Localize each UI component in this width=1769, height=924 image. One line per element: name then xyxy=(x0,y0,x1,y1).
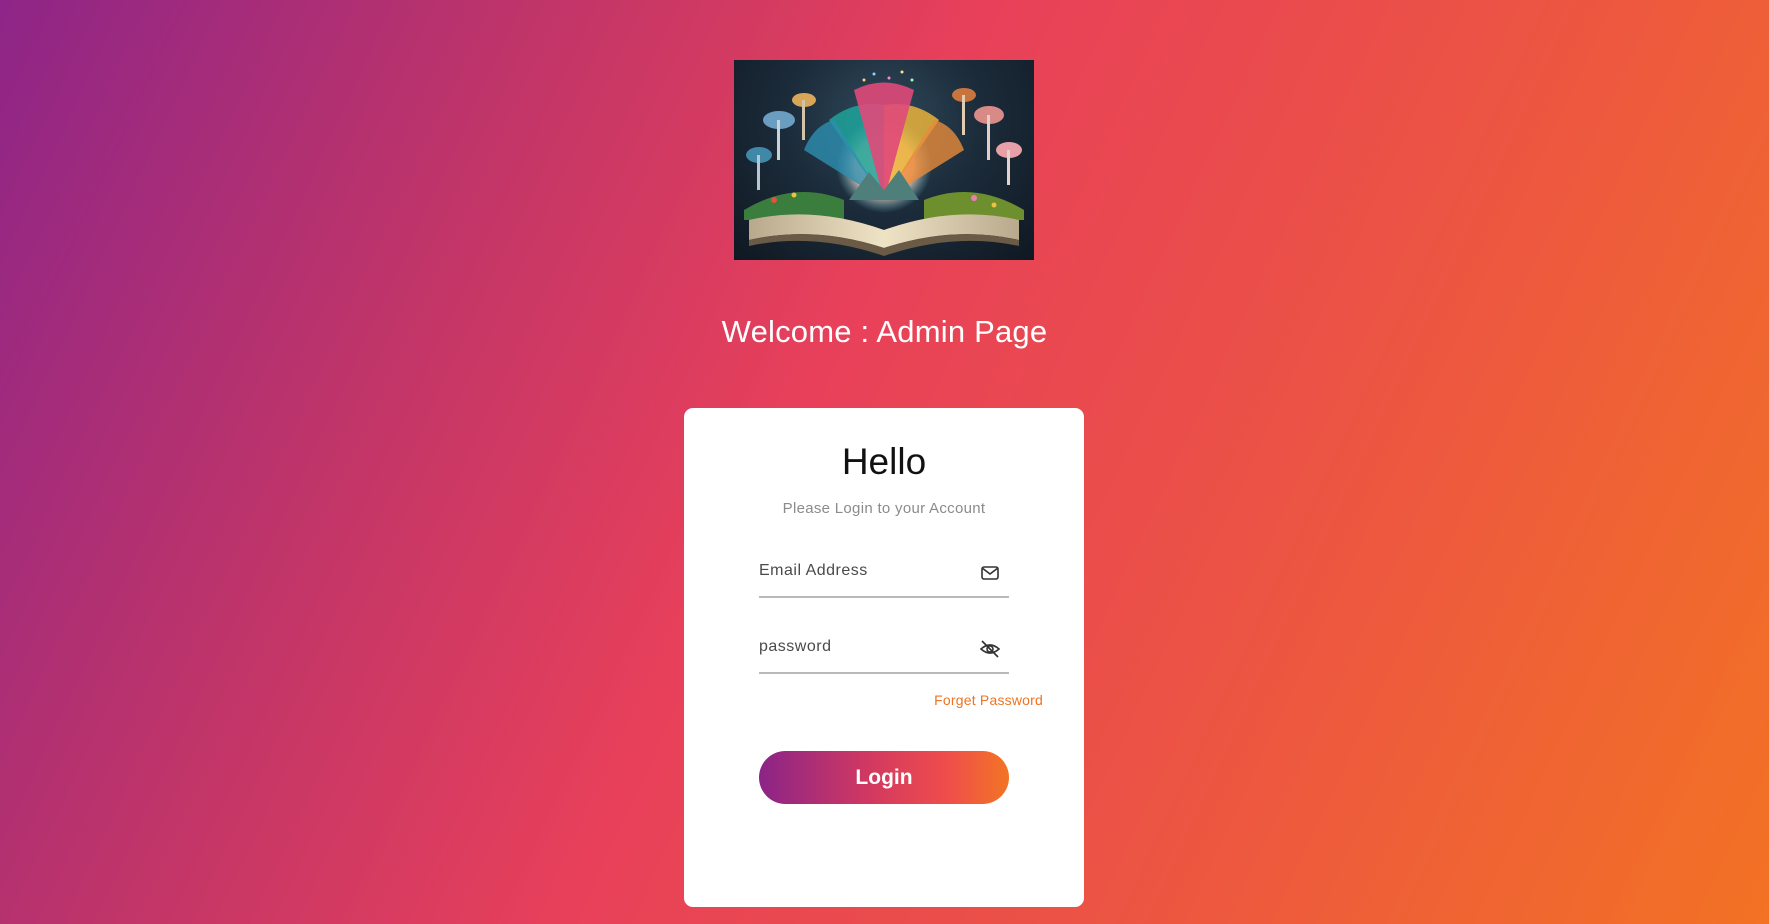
login-button[interactable]: Login xyxy=(759,751,1009,804)
eye-off-icon[interactable] xyxy=(979,638,1001,660)
login-heading: Hello xyxy=(841,441,927,482)
hero-book-image xyxy=(734,60,1034,260)
login-subtitle: Please Login to your Account xyxy=(782,500,986,517)
password-input[interactable] xyxy=(759,634,969,660)
email-input[interactable] xyxy=(759,558,969,584)
login-card: Hello Please Login to your Account Forge… xyxy=(684,408,1084,907)
forget-password-link[interactable]: Forget Password xyxy=(934,692,1043,708)
welcome-title: Welcome : Admin Page xyxy=(721,314,1048,349)
password-field-group xyxy=(759,626,1009,674)
email-field-group xyxy=(759,550,1009,598)
envelope-icon xyxy=(979,562,1001,584)
